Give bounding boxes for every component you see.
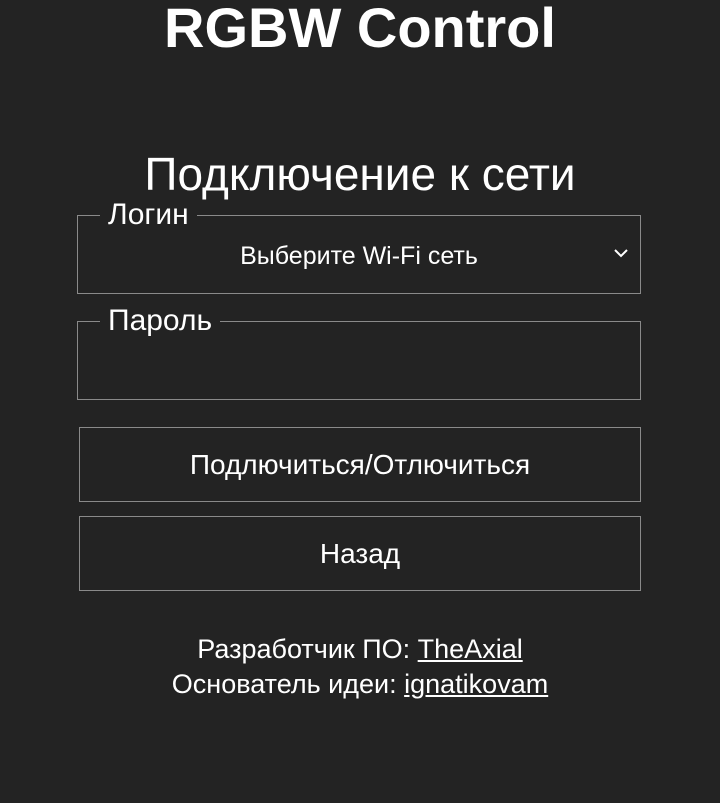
page-title: Подключение к сети: [144, 148, 576, 200]
connect-disconnect-button[interactable]: Подлючиться/Отлючиться: [79, 427, 641, 502]
chevron-down-icon[interactable]: [610, 242, 632, 264]
wifi-network-select-value: Выберите Wi-Fi сеть: [240, 242, 478, 270]
page: RGBW Control Подключение к сети Логин Вы…: [0, 0, 720, 803]
login-label: Логин: [100, 198, 197, 232]
password-input[interactable]: [98, 352, 620, 390]
back-button[interactable]: Назад: [79, 516, 641, 591]
developer-link[interactable]: TheAxial: [418, 634, 523, 664]
login-fieldset: Логин Выберите Wi-Fi сеть: [77, 198, 641, 294]
founder-credit: Основатель идеи: ignatikovam: [0, 667, 720, 701]
founder-credit-label: Основатель идеи:: [171, 669, 405, 699]
founder-link[interactable]: ignatikovam: [404, 669, 548, 699]
app-title: RGBW Control: [164, 0, 556, 59]
wifi-network-select[interactable]: Выберите Wi-Fi сеть: [78, 238, 640, 274]
developer-credit-label: Разработчик ПО:: [197, 634, 418, 664]
developer-credit: Разработчик ПО: TheAxial: [0, 632, 720, 666]
password-label: Пароль: [100, 304, 221, 338]
password-fieldset: Пароль: [77, 304, 641, 400]
